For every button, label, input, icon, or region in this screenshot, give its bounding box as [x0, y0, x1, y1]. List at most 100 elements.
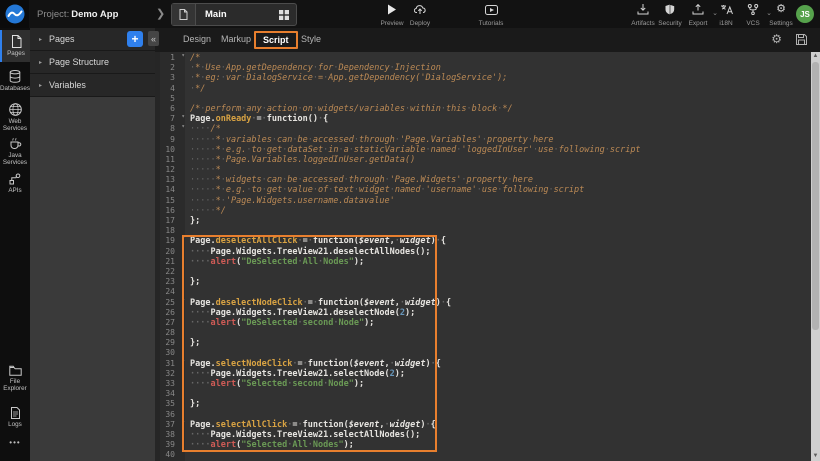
avatar[interactable]: JS	[796, 5, 814, 23]
code-line[interactable]: ····alert("DeSelected·second·Node");	[190, 318, 811, 328]
code-line[interactable]	[190, 348, 811, 358]
code-line[interactable]: /*	[190, 53, 811, 63]
sidebar-item-apis[interactable]: APIs	[0, 170, 30, 196]
code-line[interactable]	[190, 267, 811, 277]
code-line[interactable]: ·*·Use·App.getDependency·for·Dependency·…	[190, 63, 811, 73]
code-line[interactable]	[190, 450, 811, 460]
security-button[interactable]: Security	[656, 3, 684, 27]
wavemaker-logo[interactable]	[0, 0, 29, 28]
project-label: Project:	[37, 9, 69, 20]
line-number: 38	[160, 430, 185, 440]
code-line[interactable]: Page.selectNodeClick·=·function($event,·…	[190, 359, 811, 369]
database-icon	[9, 70, 21, 83]
scroll-down-icon[interactable]: ▼	[811, 452, 820, 461]
code-editor[interactable]: 1▾234567▾8▾910111213141516171819▾2021222…	[155, 52, 820, 461]
line-number: 34	[160, 389, 185, 399]
i18n-translate-icon	[720, 3, 733, 16]
code-line[interactable]: Page.deselectAllClick·=·function($event,…	[190, 236, 811, 246]
code-line[interactable]: ····alert("Selected·second·Node");	[190, 379, 811, 389]
code-line[interactable]: ·····*/	[190, 206, 811, 216]
sidebar-item-file-explorer[interactable]: File Explorer	[0, 360, 30, 396]
code-line[interactable]: };	[190, 277, 811, 287]
code-line[interactable]: /*·perform·any·action·on·widgets/variabl…	[190, 104, 811, 114]
tab-script[interactable]: Script	[254, 31, 298, 49]
line-number: 26	[160, 308, 185, 318]
line-number: 39	[160, 440, 185, 450]
add-page-button[interactable]: +	[127, 31, 143, 47]
code-line[interactable]: ····/*	[190, 124, 811, 134]
code-line[interactable]	[190, 94, 811, 104]
code-line[interactable]: ·····*·Page.Variables.loggedInUser.getDa…	[190, 155, 811, 165]
artifacts-button[interactable]: Artifacts	[627, 3, 659, 27]
code-line[interactable]: ·····*·e.g.·to·get·dataSet·in·a·staticVa…	[190, 145, 811, 155]
code-line[interactable]: ·*·eg:·var·DialogService·=·App.getDepend…	[190, 73, 811, 83]
export-button[interactable]: Export ⌄	[684, 3, 712, 27]
pages-grid-icon[interactable]	[279, 10, 289, 20]
code-line[interactable]: Page.onReady·=·function()·{	[190, 114, 811, 124]
line-number: 28	[160, 328, 185, 338]
tab-markup[interactable]: Markup	[221, 34, 251, 44]
code-line[interactable]: Page.deselectNodeClick·=·function($event…	[190, 298, 811, 308]
project-name: Demo App	[71, 9, 118, 20]
collapse-panel-button[interactable]: «	[148, 31, 159, 46]
code-line[interactable]: };	[190, 216, 811, 226]
save-icon[interactable]	[796, 34, 807, 45]
tutorials-button[interactable]: Tutorials	[474, 3, 508, 27]
deploy-button[interactable]: Deploy	[406, 3, 434, 27]
explorer-row-variables[interactable]: ▸ Variables	[30, 74, 155, 97]
code-line[interactable]: ·····*·e.g.·to·get·value·of·text·widget·…	[190, 185, 811, 195]
explorer-row-pages[interactable]: ▸ Pages + «	[30, 28, 155, 51]
more-dots-icon: •••	[9, 439, 20, 446]
code-line[interactable]: ····Page.Widgets.TreeView21.deselectNode…	[190, 308, 811, 318]
gutter: 1▾234567▾8▾910111213141516171819▾2021222…	[155, 52, 185, 461]
tab-design[interactable]: Design	[183, 34, 211, 44]
preview-button[interactable]: Preview	[378, 3, 406, 27]
logs-icon	[10, 407, 21, 419]
i18n-button[interactable]: i18N	[713, 3, 739, 27]
line-number: 21	[160, 257, 185, 267]
code-line[interactable]: ····Page.Widgets.TreeView21.selectAllNod…	[190, 430, 811, 440]
explorer-row-page-structure[interactable]: ▸ Page Structure	[30, 51, 155, 74]
sidebar-item-logs[interactable]: Logs	[0, 402, 30, 432]
script-settings-gear-icon[interactable]: ⚙	[771, 33, 782, 45]
code-line[interactable]: ·····*·variables·can·be·accessed·through…	[190, 135, 811, 145]
sidebar-item-java-services[interactable]: Java Services	[0, 134, 30, 168]
code-line[interactable]: ·····*·'Page.Widgets.username.datavalue'	[190, 196, 811, 206]
vertical-scrollbar[interactable]: ▲ ▼	[811, 52, 820, 461]
folder-icon	[9, 365, 22, 376]
code-line[interactable]	[190, 226, 811, 236]
code-line[interactable]: };	[190, 399, 811, 409]
code-line[interactable]: ····alert("Selected·All·Nodes");	[190, 440, 811, 450]
settings-button[interactable]: ⚙ Settings ⌄	[766, 3, 796, 27]
sidebar-more-button[interactable]: •••	[0, 435, 30, 449]
editor-tab-bar: Design Markup Script Style ⚙	[155, 28, 820, 53]
code-line[interactable]	[190, 328, 811, 338]
sidebar-item-pages[interactable]: Pages	[0, 30, 30, 62]
line-number: 14	[160, 185, 185, 195]
sidebar-item-web-services[interactable]: Web Services	[0, 100, 30, 134]
code-line[interactable]	[190, 389, 811, 399]
sidebar-item-databases[interactable]: Databases	[0, 66, 30, 96]
tab-style[interactable]: Style	[301, 34, 321, 44]
row-arrow-icon: ▸	[39, 36, 42, 43]
code-line[interactable]: ····Page.Widgets.TreeView21.selectNode(2…	[190, 369, 811, 379]
code-line[interactable]	[190, 410, 811, 420]
code-line[interactable]: ·*/	[190, 84, 811, 94]
page-tab-label: Main	[205, 9, 279, 20]
code-line[interactable]: ·····*	[190, 165, 811, 175]
line-number: 23	[160, 277, 185, 287]
code-line[interactable]: };	[190, 338, 811, 348]
wavemaker-logo-icon	[5, 4, 25, 24]
scrollbar-thumb[interactable]	[812, 62, 819, 330]
line-number: 8▾	[160, 124, 185, 134]
code-line[interactable]: Page.selectAllClick·=·function($event,·w…	[190, 420, 811, 430]
vcs-button[interactable]: VCS ⌄	[740, 3, 766, 27]
code-line[interactable]: ····Page.Widgets.TreeView21.deselectAllN…	[190, 247, 811, 257]
page-tab-main[interactable]: Main	[171, 3, 297, 26]
scroll-up-icon[interactable]: ▲	[811, 52, 820, 61]
code-line[interactable]: ····alert("DeSelected·All·Nodes");	[190, 257, 811, 267]
code-line[interactable]	[190, 287, 811, 297]
code-area[interactable]: /*·*·Use·App.getDependency·for·Dependenc…	[185, 52, 811, 461]
code-line[interactable]: ·····*·widgets·can·be·accessed·through·'…	[190, 175, 811, 185]
line-number: 37▾	[160, 420, 185, 430]
